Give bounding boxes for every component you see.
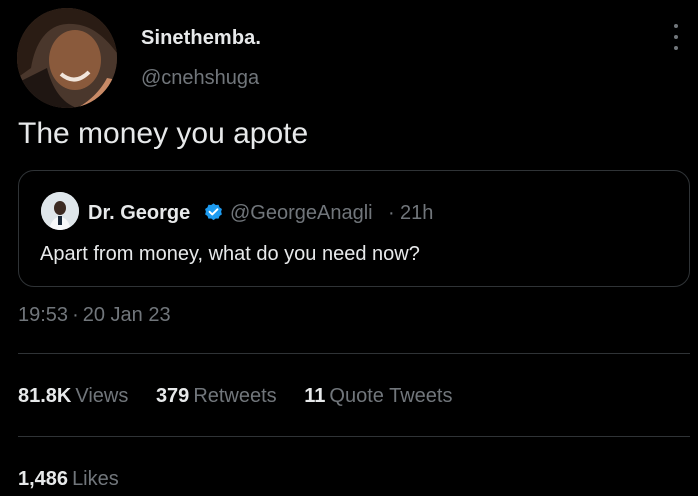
quote-tweets-stat[interactable]: 11 Quote Tweets bbox=[304, 385, 452, 407]
quote-tweets-label: Quote Tweets bbox=[329, 385, 453, 407]
tweet-timestamp[interactable]: 19:53 · 20 Jan 23 bbox=[18, 304, 175, 327]
divider bbox=[18, 353, 690, 354]
likes-stat[interactable]: 1,486 Likes bbox=[18, 468, 141, 491]
more-options-icon[interactable] bbox=[664, 24, 688, 50]
quote-tweets-count: 11 bbox=[304, 385, 326, 407]
timestamp-separator: · bbox=[72, 304, 79, 326]
views-count: 81.8K bbox=[18, 385, 72, 407]
likes-count: 1,486 bbox=[18, 468, 69, 490]
quoted-author-name[interactable]: Dr. George bbox=[88, 202, 190, 225]
quoted-tweet-card[interactable]: Dr. George @GeorgeAnagli · 21h Apart fro… bbox=[18, 170, 690, 287]
author-avatar[interactable] bbox=[17, 8, 117, 108]
author-handle[interactable]: @cnehshuga bbox=[141, 67, 259, 90]
views-label: Views bbox=[75, 385, 129, 407]
author-name[interactable]: Sinethemba. bbox=[141, 27, 261, 50]
tweet-time: 19:53 bbox=[18, 304, 69, 326]
quoted-timestamp[interactable]: 21h bbox=[400, 202, 433, 225]
divider bbox=[18, 436, 690, 437]
retweets-label: Retweets bbox=[193, 385, 277, 407]
engagement-stats: 81.8K Views 379 Retweets 11 Quote Tweets bbox=[18, 385, 474, 408]
verified-badge-icon bbox=[205, 203, 222, 221]
quoted-author-avatar[interactable] bbox=[41, 192, 79, 230]
likes-label: Likes bbox=[72, 468, 119, 490]
retweets-count: 379 bbox=[155, 385, 190, 407]
quoted-tweet-text: Apart from money, what do you need now? bbox=[40, 243, 420, 265]
quoted-author-handle[interactable]: @GeorgeAnagli bbox=[230, 202, 373, 225]
tweet-text: The money you apote bbox=[18, 117, 309, 150]
tweet-date: 20 Jan 23 bbox=[82, 304, 171, 326]
quoted-separator: · bbox=[388, 202, 395, 224]
retweets-stat[interactable]: 379 Retweets bbox=[156, 385, 282, 407]
views-stat[interactable]: 81.8K Views bbox=[18, 385, 134, 407]
